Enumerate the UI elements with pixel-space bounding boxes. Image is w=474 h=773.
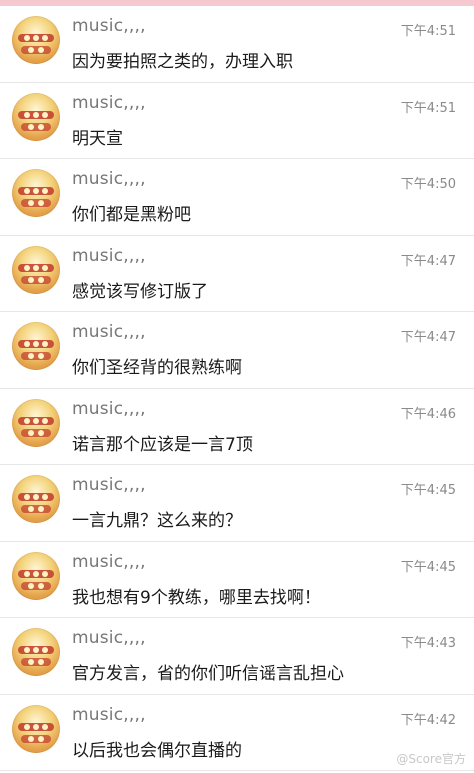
message-text: 明天宣 — [72, 128, 123, 149]
avatar[interactable] — [12, 169, 60, 217]
message-row[interactable]: music,,,, 下午4:47 感觉该写修订版了 — [0, 235, 474, 312]
message-text: 你们圣经背的很熟练啊 — [72, 358, 242, 378]
message-text: 官方发言，省的你们听信谣言乱担心 — [72, 664, 344, 684]
message-time: 下午4:50 — [400, 177, 456, 192]
avatar[interactable] — [12, 92, 60, 141]
message-text: 你们都是黑粉吧 — [72, 205, 191, 225]
sender-name[interactable]: music,,,, — [72, 552, 146, 572]
sender-name[interactable]: music,,,, — [72, 705, 146, 725]
watermark: @Score官方 — [396, 752, 466, 766]
sender-name[interactable]: music,,,, — [72, 322, 146, 342]
avatar[interactable] — [12, 704, 60, 753]
sender-name[interactable]: music,,,, — [72, 16, 146, 36]
message-text: 以后我也会偶尔直播的 — [72, 740, 242, 761]
avatar[interactable] — [12, 475, 60, 523]
message-text: 因为要拍照之类的，办理入职 — [72, 52, 293, 72]
message-row[interactable]: music,,,, 下午4:50 你们都是黑粉吧 — [0, 159, 474, 236]
avatar[interactable] — [12, 398, 60, 447]
message-row[interactable]: music,,,, 下午4:46 诺言那个应该是一言7顶 — [0, 388, 474, 465]
message-list: music,,,, 下午4:51 因为要拍照之类的，办理入职 music,,,,… — [0, 6, 474, 771]
avatar[interactable] — [12, 245, 60, 294]
sender-name[interactable]: music,,,, — [72, 628, 146, 648]
message-time: 下午4:42 — [400, 712, 456, 728]
sender-name[interactable]: music,,,, — [72, 169, 146, 189]
avatar[interactable] — [12, 16, 60, 64]
message-row[interactable]: music,,,, 下午4:45 我也想有9个教练，哪里去找啊！ — [0, 541, 474, 618]
message-row[interactable]: music,,,, 下午4:47 你们圣经背的很熟练啊 — [0, 312, 474, 389]
message-row[interactable]: music,,,, 下午4:43 官方发言，省的你们听信谣言乱担心 — [0, 618, 474, 695]
message-row[interactable]: music,,,, 下午4:45 一言九鼎？这么来的？ — [0, 465, 474, 542]
message-time: 下午4:46 — [400, 406, 456, 422]
message-time: 下午4:51 — [400, 24, 456, 39]
message-time: 下午4:51 — [400, 100, 456, 116]
message-time: 下午4:47 — [400, 330, 456, 345]
message-time: 下午4:43 — [400, 636, 456, 651]
message-text: 一言九鼎？这么来的？ — [72, 511, 242, 531]
message-row[interactable]: music,,,, 下午4:51 因为要拍照之类的，办理入职 — [0, 6, 474, 83]
message-time: 下午4:45 — [400, 483, 456, 498]
message-time: 下午4:47 — [400, 253, 456, 269]
message-time: 下午4:45 — [400, 559, 456, 575]
sender-name[interactable]: music,,,, — [72, 475, 146, 495]
message-text: 诺言那个应该是一言7顶 — [72, 434, 253, 455]
message-text: 我也想有9个教练，哪里去找啊！ — [72, 587, 321, 608]
avatar[interactable] — [12, 551, 60, 600]
sender-name[interactable]: music,,,, — [72, 399, 146, 419]
avatar[interactable] — [12, 628, 60, 676]
sender-name[interactable]: music,,,, — [72, 246, 146, 266]
sender-name[interactable]: music,,,, — [72, 93, 146, 113]
message-text: 感觉该写修订版了 — [72, 281, 208, 302]
message-row[interactable]: music,,,, 下午4:51 明天宣 — [0, 82, 474, 159]
avatar[interactable] — [12, 322, 60, 370]
